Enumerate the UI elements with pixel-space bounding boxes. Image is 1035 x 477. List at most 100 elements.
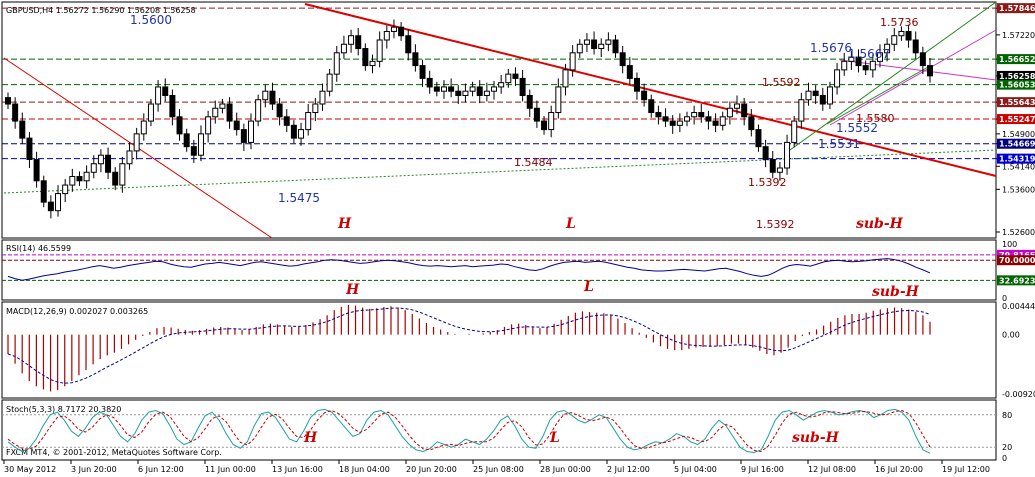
candle (491, 86, 498, 92)
candle (298, 129, 305, 139)
price-annotation-blue: 1.5667 (848, 47, 890, 61)
candle (633, 77, 640, 92)
candle (26, 137, 33, 160)
price-box-label: 1.54319 (999, 155, 1035, 164)
candle (505, 73, 512, 84)
stoch-tick-label: 20 (1002, 443, 1012, 452)
x-tick-label: 28 Jun 00:00 (540, 465, 591, 474)
candle (669, 120, 676, 126)
candle (97, 154, 104, 165)
pattern-label: H (337, 216, 352, 232)
candle (312, 103, 319, 114)
x-tick-label: 12 Jul 08:00 (808, 465, 856, 474)
price-annotation-red: 1.5392 (756, 218, 795, 231)
candle (255, 99, 262, 122)
candle (812, 90, 819, 96)
candle (340, 43, 347, 54)
candle (105, 154, 112, 173)
candle (569, 52, 576, 71)
candle (83, 171, 90, 182)
macd-header: MACD(12,26,9) 0.002027 0.003265 (6, 307, 148, 316)
candle (440, 86, 447, 92)
candle (862, 65, 869, 71)
candle (555, 86, 562, 114)
candle (405, 35, 412, 54)
candle (776, 167, 783, 173)
price-annotation-red: 1.5736 (880, 16, 919, 29)
candle (183, 133, 190, 148)
price-annotation-blue: 1.5676 (810, 41, 852, 55)
candle (205, 116, 212, 135)
macd-tick-label: 0.00 (1002, 331, 1020, 340)
candle (326, 73, 333, 92)
x-tick-label: 9 Jul 16:00 (741, 465, 784, 474)
candle (69, 176, 76, 186)
x-tick-label: 13 Jun 16:00 (272, 465, 323, 474)
candle (169, 94, 176, 118)
pattern-label: L (565, 216, 576, 232)
candle (541, 120, 548, 131)
pattern-label: H (303, 430, 318, 446)
pattern-label: H (345, 282, 360, 298)
price-box-label: 1.56258 (999, 72, 1035, 81)
candle (40, 180, 47, 203)
x-tick-label: 20 Jun 20:00 (406, 465, 457, 474)
candle (197, 133, 204, 156)
candle (126, 150, 133, 165)
candle (476, 86, 483, 96)
candle (819, 94, 826, 105)
pattern-label: sub-H (856, 216, 904, 232)
candle (762, 146, 769, 160)
candle (19, 120, 26, 139)
candle (698, 112, 705, 118)
price-box-label: 1.56053 (999, 81, 1035, 90)
candle (62, 184, 69, 195)
candle (119, 163, 126, 186)
candle (305, 112, 312, 131)
candle (390, 26, 397, 32)
rsi-panel[interactable]: RSI(14) 46.5599 (1, 239, 997, 301)
candle (76, 176, 83, 182)
rsi-tick-label: 100 (1002, 240, 1017, 249)
price-annotation-red: 1.5484 (514, 156, 553, 169)
candle (269, 90, 276, 105)
candle (798, 99, 805, 122)
candle (240, 129, 247, 143)
candle (112, 171, 119, 186)
candle (841, 60, 848, 71)
chart-canvas[interactable]: GBPUSD,H4 1.56272 1.56290 1.56208 1.5625… (0, 0, 1035, 477)
candle (190, 146, 197, 156)
candle (705, 116, 712, 122)
stoch-header: Stoch(5,3,3) 8.7172 20.3820 (6, 405, 121, 414)
candle (290, 124, 297, 139)
candle (898, 30, 905, 37)
price-annotation-red: 1.5392 (748, 176, 787, 189)
price-tick-label: 1.57220 (1002, 31, 1035, 40)
candle (784, 141, 791, 169)
x-tick-label: 19 Jul 12:00 (942, 465, 990, 474)
macd-panel[interactable]: MACD(12,26,9) 0.002027 0.003265 (1, 301, 997, 399)
candle (641, 90, 648, 101)
candle (462, 90, 469, 96)
candle (826, 86, 833, 105)
candle (412, 52, 419, 67)
candle (319, 90, 326, 105)
macd-tick-label: -0.00920 (1002, 390, 1035, 399)
price-annotation-blue: 1.5475 (278, 191, 320, 205)
candle (912, 39, 919, 54)
pattern-label: sub-H (872, 284, 920, 300)
candle (905, 30, 912, 41)
pattern-label: sub-H (792, 430, 840, 446)
candle (712, 120, 719, 126)
candle (591, 39, 598, 50)
pattern-label: L (549, 430, 560, 446)
candle (383, 30, 390, 41)
candle (612, 39, 619, 54)
macd-tick-label: 0.00444 (1002, 302, 1035, 311)
candle (755, 129, 762, 148)
price-annotation-red: 1.5580 (856, 112, 895, 125)
candle (283, 116, 290, 126)
candle (583, 39, 590, 45)
candle (741, 103, 748, 118)
candle (433, 86, 440, 92)
